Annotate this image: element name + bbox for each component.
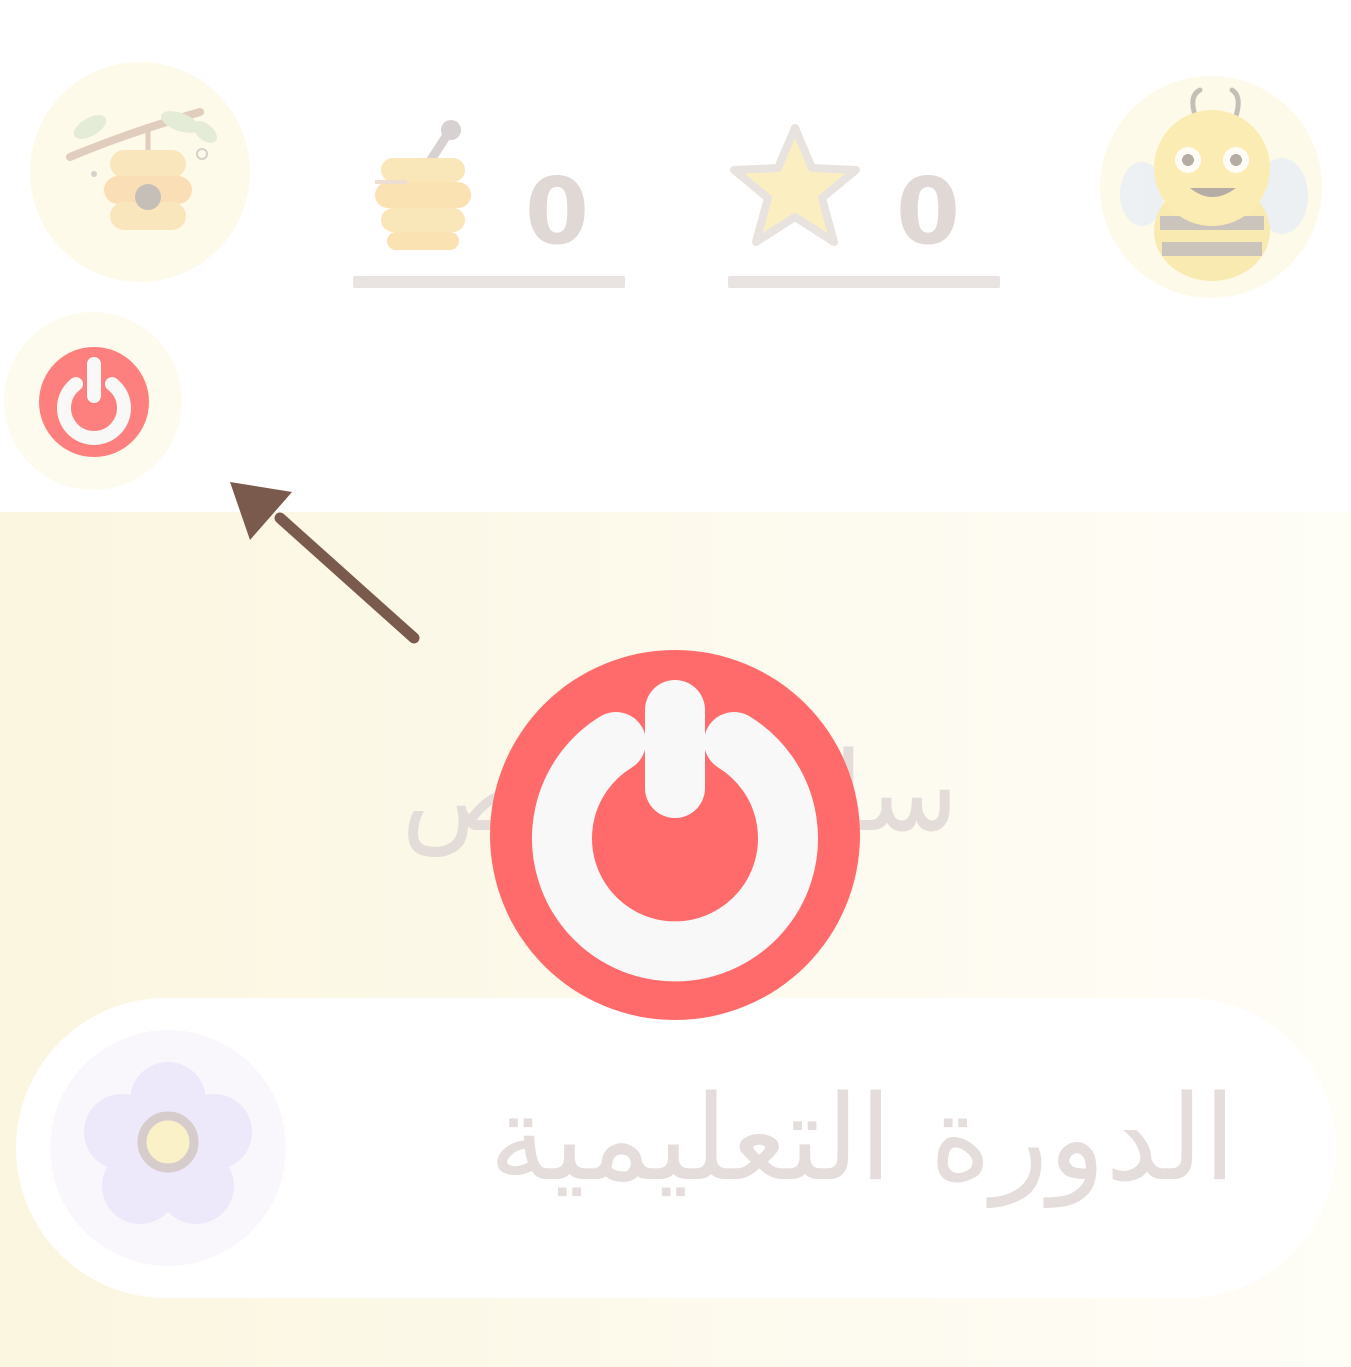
star-underline (728, 276, 1000, 288)
flower-icon (84, 1062, 252, 1224)
bee-avatar-icon (1120, 87, 1308, 281)
logout-button[interactable] (4, 312, 182, 490)
flower-badge (50, 1030, 286, 1266)
power-overlay-icon (490, 650, 860, 1020)
star-count: 0 (896, 158, 961, 265)
power-icon (39, 347, 149, 457)
star-icon (730, 124, 860, 246)
hive-badge[interactable] (30, 62, 250, 282)
pointer-arrow-icon (230, 482, 420, 644)
course-title: الدورة التعليمية (488, 1069, 1236, 1207)
honey-count: 0 (525, 158, 590, 265)
bee-avatar[interactable] (1100, 76, 1322, 298)
honey-counter: 0 (353, 118, 625, 288)
beehive-branch-icon (66, 108, 217, 230)
honey-underline (353, 276, 625, 288)
pointer-arrow (220, 470, 440, 660)
course-card[interactable]: الدورة التعليمية (16, 998, 1336, 1298)
honey-jar-icon (375, 120, 471, 250)
star-counter: 0 (728, 118, 1000, 288)
